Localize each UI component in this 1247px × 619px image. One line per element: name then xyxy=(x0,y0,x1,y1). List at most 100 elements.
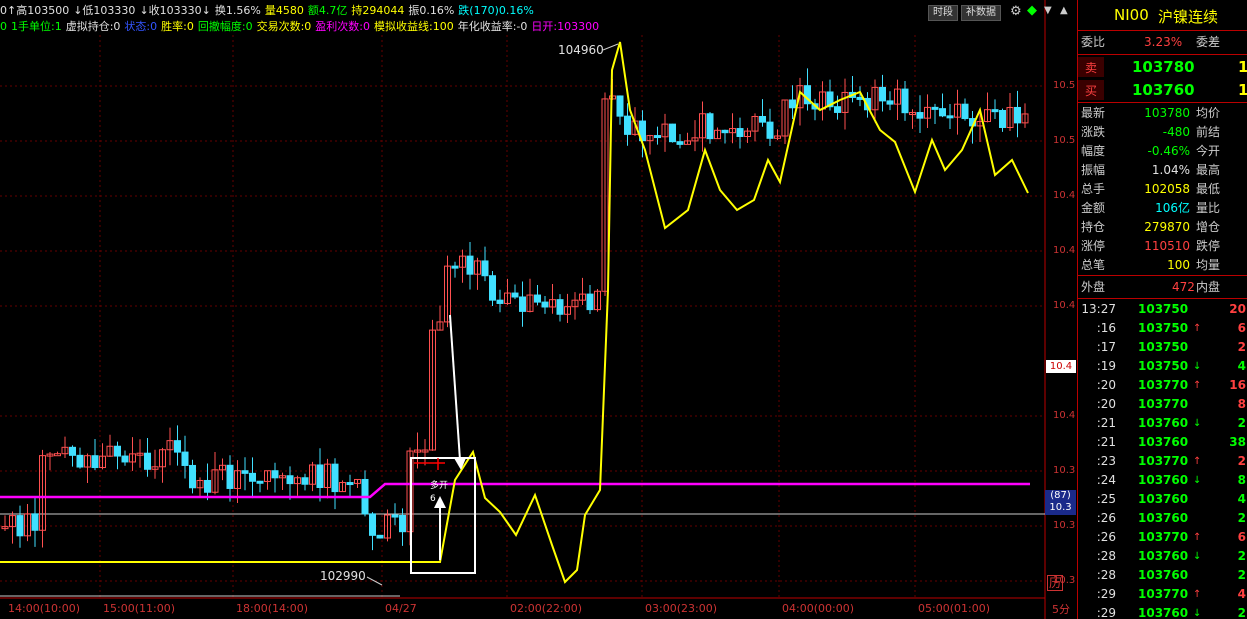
timeshare-button[interactable]: 时段 xyxy=(928,5,958,21)
tick-row: :29 103760 ↓ 2 xyxy=(1078,604,1247,619)
stat-label: 今开 xyxy=(1196,144,1221,158)
stat-label: 跌停 xyxy=(1196,239,1221,253)
candle-body xyxy=(391,514,399,518)
inner-disk-label: 内盘 xyxy=(1196,280,1221,294)
candle-body xyxy=(1014,106,1021,124)
header1-item: 换1.56% xyxy=(214,4,261,17)
stat-label: 均价 xyxy=(1196,106,1221,120)
candle-body xyxy=(481,260,489,277)
history-icon[interactable]: 历 xyxy=(1047,575,1063,591)
tick-direction-icon: ↓ xyxy=(1193,608,1202,619)
tick-direction-icon: ↓ xyxy=(1193,551,1202,562)
tick-direction-icon: ↓ xyxy=(1193,361,1202,372)
tick-row: :20 103770 8 xyxy=(1078,395,1247,414)
stat-value: 1.04% xyxy=(1151,163,1190,177)
tick-time: :25 xyxy=(1096,492,1116,506)
settings-icon[interactable]: ⚙ xyxy=(1010,4,1022,19)
triangle-up-icon[interactable]: ▲ xyxy=(1060,5,1068,16)
time-axis-label: 14:00(10:00) xyxy=(8,602,80,615)
high-pointer xyxy=(602,43,619,51)
tick-volume: 2 xyxy=(1237,454,1246,468)
tick-time: :28 xyxy=(1096,549,1116,563)
candle-body xyxy=(586,293,594,311)
stat-value: 279870 xyxy=(1144,220,1190,234)
candle-body xyxy=(249,472,256,482)
current-price-marker: 10.4 xyxy=(1046,360,1076,373)
candle-body xyxy=(286,475,294,485)
quote-panel: NI00 沪镍连续 委比 3.23% 委差 卖 103780 1 买 10376… xyxy=(1077,0,1247,619)
tick-price: 103770 xyxy=(1138,378,1189,392)
header1-item: 额4.7亿 xyxy=(307,4,348,17)
tick-time: :26 xyxy=(1096,530,1116,544)
candle-body xyxy=(489,275,496,301)
candle-body xyxy=(519,296,526,312)
buy-volume: 1 xyxy=(1238,79,1247,101)
stat-label: 增仓 xyxy=(1196,220,1221,234)
diamond-icon[interactable]: ◆ xyxy=(1027,3,1037,18)
tick-row: 13:27 103750 20 xyxy=(1078,300,1247,319)
tick-row: :26 103770 ↑ 6 xyxy=(1078,528,1247,547)
candle-body xyxy=(624,115,631,135)
candle-body xyxy=(346,482,354,486)
refill-data-button[interactable]: 补数据 xyxy=(961,5,1001,21)
tick-time: :29 xyxy=(1096,587,1116,601)
candle-body xyxy=(541,301,549,308)
tick-direction-icon: ↓ xyxy=(1193,418,1202,429)
triangle-down-icon[interactable]: ▼ xyxy=(1044,5,1052,16)
candle-body xyxy=(886,100,894,105)
candle-body xyxy=(114,445,121,457)
tick-direction-icon: ↑ xyxy=(1193,532,1202,543)
candle-body xyxy=(961,103,969,120)
candle-body xyxy=(181,451,189,466)
stat-value: 100 xyxy=(1167,258,1190,272)
stat-value: -480 xyxy=(1162,125,1190,139)
tick-time: :21 xyxy=(1096,416,1116,430)
contract-name: 沪镍连续 xyxy=(1158,8,1219,26)
stat-value: 110510 xyxy=(1144,239,1190,253)
stat-row: 持仓 279870 增仓 xyxy=(1078,218,1247,237)
tick-price: 103770 xyxy=(1138,587,1189,601)
candle-body xyxy=(121,455,129,463)
sell-volume: 1 xyxy=(1238,56,1247,78)
yellow-indicator-line xyxy=(0,41,1029,584)
stat-value: 103780 xyxy=(1144,106,1190,120)
candle-body xyxy=(766,121,774,139)
contract-code: NI00 xyxy=(1114,6,1149,24)
candle-body xyxy=(189,464,196,489)
candle-body xyxy=(916,112,924,119)
tick-volume: 2 xyxy=(1237,568,1246,582)
candle-body xyxy=(879,86,886,102)
open-long-label: 多开 xyxy=(430,481,449,491)
tick-volume: 2 xyxy=(1237,511,1246,525)
weibi-value: 3.23% xyxy=(1144,35,1183,49)
header2-item: 状态:0 xyxy=(124,20,158,33)
tick-row: :17 103750 2 xyxy=(1078,338,1247,357)
header2-item: 0 xyxy=(0,20,7,33)
stat-label: 振幅 xyxy=(1081,163,1106,177)
tick-volume: 2 xyxy=(1237,606,1246,619)
period-label[interactable]: 5分 xyxy=(1052,601,1070,617)
time-axis-label: 03:00(23:00) xyxy=(645,602,717,615)
tick-volume: 8 xyxy=(1237,473,1246,487)
candle-body xyxy=(999,109,1006,128)
candle-body xyxy=(226,464,234,489)
stat-label: 涨跌 xyxy=(1081,125,1106,139)
price-axis-label: 10.4 xyxy=(1053,190,1076,201)
price-axis-label: 10.3 xyxy=(1053,520,1076,531)
stat-label: 最新 xyxy=(1081,106,1106,120)
weicha-label: 委差 xyxy=(1196,35,1221,49)
stat-label: 涨停 xyxy=(1081,239,1106,253)
kline-chart[interactable] xyxy=(0,0,1077,619)
buy-label: 买 xyxy=(1078,80,1104,100)
stat-row: 总笔 100 均量 xyxy=(1078,256,1247,275)
stat-label: 均量 xyxy=(1196,258,1221,272)
candle-body xyxy=(256,480,264,484)
tick-price: 103750 xyxy=(1138,321,1189,335)
stat-row: 金额 106亿 量比 xyxy=(1078,199,1247,218)
tick-time: :17 xyxy=(1096,340,1116,354)
header2-item: 回撤幅度:0 xyxy=(197,20,253,33)
header2-item: 年化收益率:-0 xyxy=(457,20,528,33)
tick-direction-icon: ↓ xyxy=(1193,475,1202,486)
buy-price: 103760 xyxy=(1132,81,1195,99)
tick-direction-icon: ↑ xyxy=(1193,323,1202,334)
